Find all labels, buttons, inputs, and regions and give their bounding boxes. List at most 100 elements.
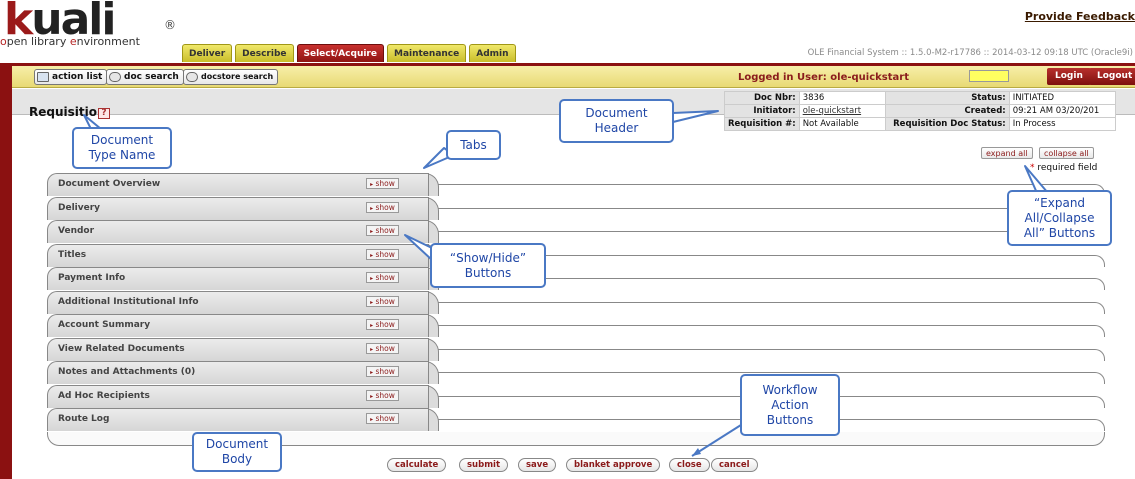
panel-outline xyxy=(431,301,1105,314)
calculate-button[interactable]: calculate xyxy=(387,458,447,472)
show-hide-button[interactable]: ▸ show xyxy=(366,248,399,260)
show-label: show xyxy=(375,273,395,282)
requisition-doc-status-label: Requisition Doc Status: xyxy=(884,117,1010,131)
panel-title: Ad Hoc Recipients xyxy=(58,390,150,401)
callout-expand-collapse-buttons: “Expand All/Collapse All” Buttons xyxy=(1007,190,1112,246)
created-value: 09:21 AM 03/20/201 xyxy=(1008,104,1116,118)
doc-nbr-value: 3836 xyxy=(798,91,886,105)
panel-account-summary: Account Summary ▸ show xyxy=(47,314,1105,337)
show-hide-button[interactable]: ▸ show xyxy=(366,413,399,424)
created-label: Created: xyxy=(884,104,1010,118)
requisition-number-value: Not Available xyxy=(798,117,886,131)
initiator-cell: ole-quickstart xyxy=(798,104,886,118)
logout-button[interactable]: Logout xyxy=(1089,68,1135,85)
panel-title: Vendor xyxy=(58,226,95,236)
system-info: OLE Financial System :: 1.5.0-M2-r17786 … xyxy=(807,48,1133,58)
doc-nbr-label: Doc Nbr: xyxy=(724,91,800,105)
panel-vendor: Vendor ▸ show xyxy=(47,220,1105,243)
collapse-all-button[interactable]: collapse all xyxy=(1039,147,1094,159)
panel-outline xyxy=(431,348,1105,361)
triangle-right-icon: ▸ xyxy=(370,275,374,282)
status-value: INITIATED xyxy=(1008,91,1116,105)
show-hide-button[interactable]: ▸ show xyxy=(366,272,399,283)
panel-title: Route Log xyxy=(58,414,110,424)
show-hide-button[interactable]: ▸ show xyxy=(366,295,399,307)
save-button[interactable]: save xyxy=(518,458,557,472)
panel-title: Titles xyxy=(58,249,87,260)
panel-outline xyxy=(431,325,1105,337)
callout-tabs: Tabs xyxy=(446,130,501,160)
tab-deliver[interactable]: Deliver xyxy=(182,44,233,62)
show-hide-button[interactable]: ▸ show xyxy=(366,342,399,354)
panel-title: View Related Documents xyxy=(58,343,185,354)
callout-document-type-name: Document Type Name xyxy=(72,127,172,169)
show-hide-button[interactable]: ▸ show xyxy=(366,389,399,401)
triangle-right-icon: ▸ xyxy=(370,345,374,353)
required-field-note: * required field xyxy=(1030,163,1098,173)
panel-title: Delivery xyxy=(58,202,101,213)
panel-title: Account Summary xyxy=(58,320,151,330)
tab-select-acquire[interactable]: Select/Acquire xyxy=(296,44,384,62)
callout-document-body: Document Body xyxy=(192,432,282,472)
docstore-search-button[interactable]: docstore search xyxy=(183,69,279,85)
provide-feedback-link[interactable]: Provide Feedback xyxy=(1025,10,1135,23)
search-icon xyxy=(109,72,121,82)
expand-all-button[interactable]: expand all xyxy=(981,147,1033,159)
triangle-right-icon: ▸ xyxy=(370,416,374,423)
show-hide-button[interactable]: ▸ show xyxy=(366,178,399,189)
show-label: show xyxy=(375,367,395,376)
panel-title: Payment Info xyxy=(58,273,126,283)
triangle-right-icon: ▸ xyxy=(370,392,374,400)
logo-registered-mark: ® xyxy=(164,18,176,32)
initiator-label: Initiator: xyxy=(724,104,800,118)
tab-admin[interactable]: Admin xyxy=(469,44,516,62)
panel-outline xyxy=(431,184,1105,196)
callout-workflow-action-buttons: Workflow Action Buttons xyxy=(740,374,840,436)
show-hide-button[interactable]: ▸ show xyxy=(366,201,399,213)
tab-maintenance[interactable]: Maintenance xyxy=(386,44,467,62)
panel-document-overview: Document Overview ▸ show xyxy=(47,173,1105,196)
help-icon[interactable]: ? xyxy=(98,108,110,119)
requisition-number-label: Requisition #: xyxy=(724,117,800,131)
panel-payment-info: Payment Info ▸ show xyxy=(47,267,1105,290)
triangle-right-icon: ▸ xyxy=(370,251,374,259)
requisition-doc-status-value: In Process xyxy=(1008,117,1116,131)
panel-title: Document Overview xyxy=(58,179,161,189)
show-label: show xyxy=(375,179,395,188)
submit-button[interactable]: submit xyxy=(459,458,509,472)
show-hide-button[interactable]: ▸ show xyxy=(366,319,399,330)
show-label: show xyxy=(375,320,395,329)
panel-outline xyxy=(431,207,1105,220)
login-button[interactable]: Login xyxy=(1047,68,1091,85)
panel-title: Notes and Attachments (0) xyxy=(58,367,196,377)
panel-titles: Titles ▸ show xyxy=(47,243,1105,267)
module-tabs: Deliver Describe Select/Acquire Maintena… xyxy=(182,44,516,62)
show-label: show xyxy=(375,202,395,212)
panel-ad-hoc-recipients: Ad Hoc Recipients ▸ show xyxy=(47,384,1105,408)
kuali-logo: kuali ® xyxy=(4,0,176,42)
triangle-right-icon: ▸ xyxy=(370,228,374,235)
cancel-button[interactable]: cancel xyxy=(711,458,758,472)
tab-describe[interactable]: Describe xyxy=(235,44,294,62)
close-button[interactable]: close xyxy=(669,458,710,472)
panel-notes-and-attachments-0: Notes and Attachments (0) ▸ show xyxy=(47,361,1105,384)
initiator-link[interactable]: ole-quickstart xyxy=(803,106,861,116)
triangle-right-icon: ▸ xyxy=(370,369,374,376)
show-label: show xyxy=(375,414,395,423)
show-hide-button[interactable]: ▸ show xyxy=(366,366,399,377)
workflow-arrowhead xyxy=(692,448,701,456)
panel-view-related-documents: View Related Documents ▸ show xyxy=(47,337,1105,361)
triangle-right-icon: ▸ xyxy=(370,181,374,188)
show-label: show xyxy=(375,343,395,353)
triangle-right-icon: ▸ xyxy=(370,322,374,329)
triangle-right-icon: ▸ xyxy=(370,298,374,306)
panel-route-log: Route Log ▸ show xyxy=(47,408,1105,431)
action-list-button[interactable]: action list xyxy=(34,69,108,85)
document-type-name: Requisition xyxy=(29,105,106,119)
panel-additional-institutional-info: Additional Institutional Info ▸ show xyxy=(47,290,1105,314)
doc-search-button[interactable]: doc search xyxy=(106,69,184,85)
login-input[interactable] xyxy=(969,70,1009,82)
blanket-approve-button[interactable]: blanket approve xyxy=(566,458,661,472)
show-label: show xyxy=(375,296,395,306)
show-hide-button[interactable]: ▸ show xyxy=(366,225,399,236)
